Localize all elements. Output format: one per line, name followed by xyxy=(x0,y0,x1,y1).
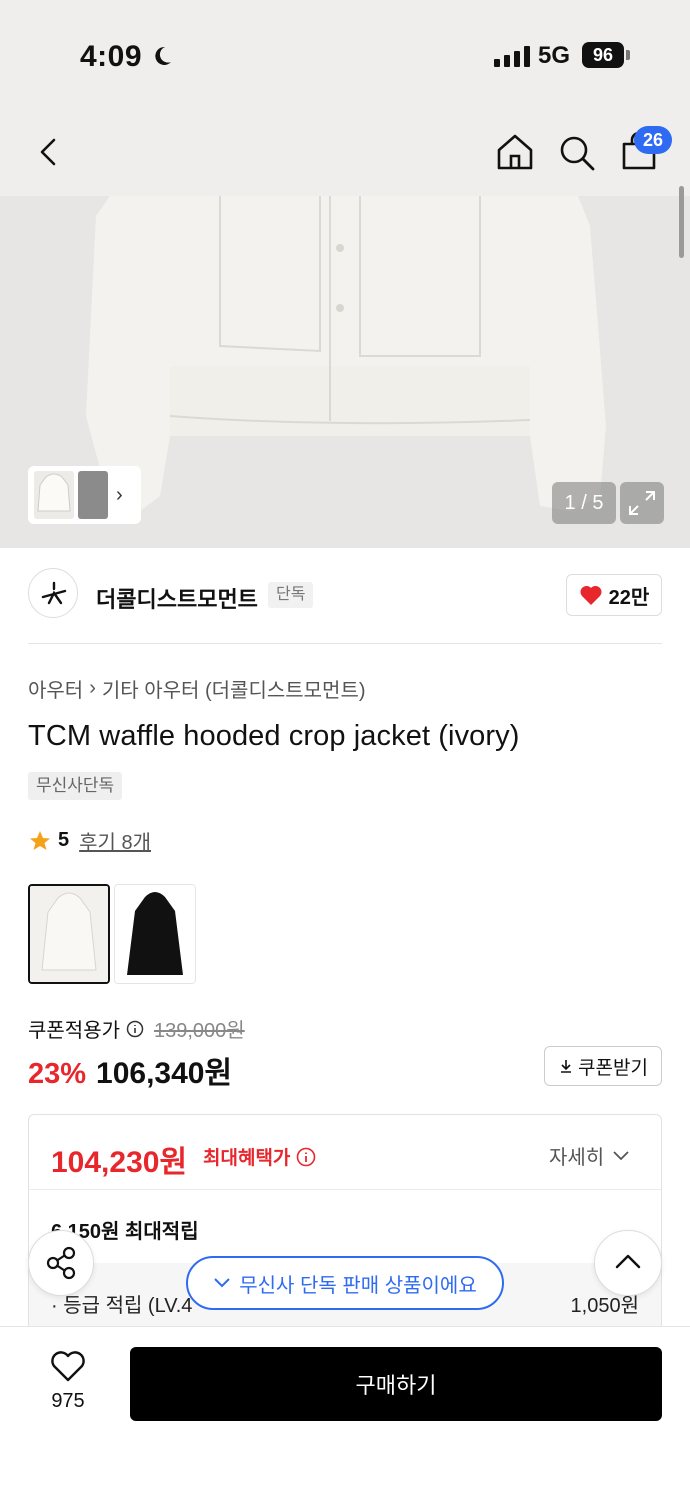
chevron-right-icon[interactable]: › xyxy=(116,484,123,507)
brand-logo[interactable] xyxy=(28,568,78,618)
coupon-label-text: 쿠폰적용가 xyxy=(28,1020,120,1042)
discount-rate: 23% xyxy=(28,1058,87,1090)
toast-text: 무신사 단독 판매 상품이에요 xyxy=(239,1274,477,1297)
max-benefit-label: 최대혜택가 xyxy=(203,1143,316,1170)
gallery-thumbnails[interactable]: › xyxy=(28,466,141,524)
divider xyxy=(28,643,662,644)
network-label: 5G xyxy=(538,42,571,69)
detail-toggle-button[interactable]: 자세히 xyxy=(549,1141,630,1170)
reviews-link[interactable]: 후기 8개 xyxy=(79,826,151,855)
battery-nub xyxy=(626,50,630,60)
original-price: 139,000원 xyxy=(154,1020,245,1042)
max-benefit-price: 104,230원 xyxy=(51,1146,188,1179)
brand-like-count: 22만 xyxy=(608,586,650,609)
bottom-bar: 975 구매하기 xyxy=(0,1326,690,1500)
breadcrumb-subcategory[interactable]: 기타 아우터 (더콜디스트모먼트) xyxy=(102,674,366,703)
price-row: 23% 106,340원 xyxy=(28,1048,232,1092)
coupon-download-button[interactable]: 쿠폰받기 xyxy=(544,1046,662,1086)
info-icon[interactable] xyxy=(296,1147,316,1167)
brand-like-button[interactable]: 22만 xyxy=(566,574,662,616)
thumbnail-image[interactable] xyxy=(34,471,74,519)
product-title: TCM waffle hooded crop jacket (ivory) xyxy=(28,720,520,752)
info-icon[interactable] xyxy=(126,1020,144,1038)
color-swatch-ivory[interactable] xyxy=(28,884,110,984)
coupon-button-label: 쿠폰받기 xyxy=(578,1057,648,1079)
rating-score: 5 xyxy=(58,829,70,851)
back-icon[interactable] xyxy=(30,130,70,174)
image-counter: 1 / 5 xyxy=(552,482,616,524)
chevron-down-icon xyxy=(214,1278,230,1288)
sale-price: 106,340원 xyxy=(96,1057,233,1090)
max-benefit-label-text: 최대혜택가 xyxy=(203,1148,291,1169)
product-tag: 무신사단독 xyxy=(28,772,123,800)
brand-row: 더콜디스트모먼트 단독 22만 xyxy=(0,548,690,644)
color-swatch-black[interactable] xyxy=(114,884,196,984)
download-icon xyxy=(561,1060,572,1073)
chevron-down-icon xyxy=(613,1150,629,1160)
search-icon[interactable] xyxy=(556,130,598,174)
star-icon xyxy=(30,830,50,850)
thumbnail-image-2[interactable] xyxy=(78,471,108,519)
coupon-price-label: 쿠폰적용가 139,000원 xyxy=(28,1014,245,1043)
exclusive-toast: 무신사 단독 판매 상품이에요 xyxy=(186,1256,504,1310)
top-nav: 26 xyxy=(0,110,690,196)
buy-button[interactable]: 구매하기 xyxy=(130,1347,662,1421)
cart-count-badge: 26 xyxy=(634,126,672,154)
expand-icon[interactable] xyxy=(620,482,664,524)
scroll-to-top-button[interactable] xyxy=(594,1230,662,1296)
heart-outline-icon xyxy=(51,1351,85,1382)
share-button[interactable] xyxy=(28,1230,94,1296)
signal-icon xyxy=(494,45,530,67)
home-icon[interactable] xyxy=(494,130,536,174)
exclusive-tag: 단독 xyxy=(268,582,314,608)
rating: 5 후기 8개 xyxy=(28,826,151,855)
battery-icon: 96 xyxy=(582,42,624,68)
divider xyxy=(29,1189,661,1190)
share-icon xyxy=(46,1246,76,1280)
chevron-up-icon xyxy=(615,1254,641,1269)
brand-name[interactable]: 더콜디스트모먼트 xyxy=(96,582,258,614)
wishlist-count: 975 xyxy=(51,1390,85,1412)
status-time: 4:09 xyxy=(80,40,143,73)
detail-label: 자세히 xyxy=(549,1147,605,1169)
moon-icon xyxy=(155,46,171,65)
heart-filled-icon xyxy=(580,585,602,605)
status-bar: 4:09 5G 96 xyxy=(0,0,690,110)
chevron-right-icon: › xyxy=(89,677,96,699)
breadcrumb-category[interactable]: 아우터 xyxy=(28,674,83,703)
scrollbar[interactable] xyxy=(679,186,684,258)
wishlist-button[interactable]: 975 xyxy=(36,1349,100,1419)
breadcrumb: 아우터 › 기타 아우터 (더콜디스트모먼트) xyxy=(28,674,366,703)
